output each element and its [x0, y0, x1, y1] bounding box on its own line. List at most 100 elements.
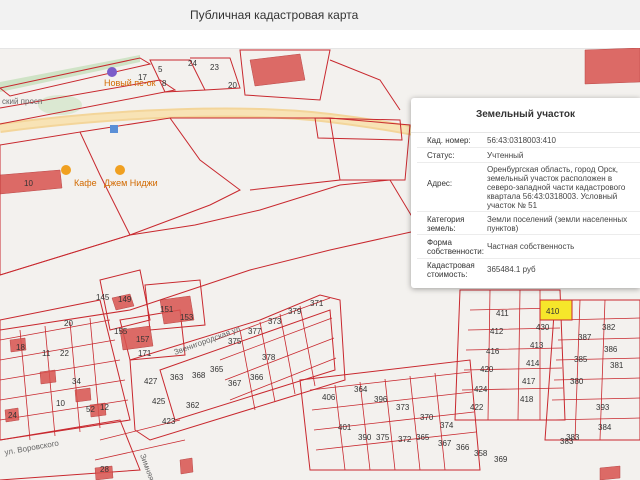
- poi-icon[interactable]: [107, 67, 117, 77]
- parcel-number: 385: [574, 355, 588, 364]
- address-bar[interactable]: [0, 30, 640, 49]
- parcel-number: 418: [520, 395, 534, 404]
- parcel-number: 375: [376, 433, 390, 442]
- parcel-number: 378: [262, 353, 276, 362]
- parcel-number: 383: [566, 433, 580, 442]
- field-value: Учтенный: [487, 151, 524, 160]
- parcel-number: 28: [100, 465, 109, 474]
- parcel-number: 416: [486, 347, 500, 356]
- parcel-number: 365: [416, 433, 430, 442]
- parcel-number: 423: [162, 417, 176, 426]
- field-cadastral-cost: Кадастровая стоимость: 365484.1 руб: [411, 261, 640, 279]
- parcel-number: 410: [546, 307, 560, 316]
- parcel-info-popup: Земельный участок Кад. номер: 56:43:0318…: [411, 98, 640, 288]
- parcel-number: 414: [526, 359, 540, 368]
- parcel-number: 17: [138, 73, 147, 82]
- parcel-number: 372: [398, 435, 412, 444]
- parcel-number: 11: [42, 349, 51, 358]
- poi-label: Новый пс-ок: [104, 78, 156, 88]
- parcel-number: 411: [496, 309, 509, 318]
- street-label: ул. Воровского: [4, 438, 60, 457]
- parcel-number: 387: [578, 333, 592, 342]
- parcel-number: 358: [474, 449, 488, 458]
- parcel-number: 8: [162, 79, 167, 88]
- parcel-number: 380: [570, 377, 584, 386]
- page-title: Публичная кадастровая карта: [190, 8, 359, 22]
- parcel-number: 381: [610, 361, 624, 370]
- parcel-number: 396: [374, 395, 388, 404]
- parcel-number: 366: [250, 373, 264, 382]
- field-label: Кад. номер:: [427, 136, 471, 145]
- parcel-number: 364: [354, 385, 368, 394]
- parcel-number: 425: [152, 397, 166, 406]
- parcel-number: 366: [456, 443, 470, 452]
- top-bar: Публичная кадастровая карта: [0, 0, 640, 31]
- parcel-number: 52: [86, 405, 95, 414]
- popup-title: Земельный участок: [411, 98, 640, 133]
- parcel-number: 384: [598, 423, 612, 432]
- parcel-number: 20: [64, 319, 73, 328]
- parcel-number: 422: [470, 403, 484, 412]
- field-label: Категория земель:: [427, 215, 465, 233]
- shop-icon[interactable]: [115, 165, 125, 175]
- field-cadastral-number: Кад. номер: 56:43:0318003:410: [411, 136, 640, 145]
- field-value: 365484.1 руб: [487, 265, 536, 274]
- parcel-number: 430: [536, 323, 550, 332]
- parcel-number: 379: [288, 307, 302, 316]
- parcel-number: 371: [310, 299, 324, 308]
- parcel-number: 171: [138, 349, 152, 358]
- bus-stop-icon[interactable]: [110, 125, 118, 133]
- parcel-number: 12: [100, 403, 109, 412]
- parcel-number: 10: [24, 179, 33, 188]
- field-address: Адрес: Оренбургская область, город Орск,…: [411, 165, 640, 210]
- field-label: Кадастровая стоимость:: [427, 261, 475, 279]
- parcel-number: 153: [180, 313, 194, 322]
- parcel-number: 424: [474, 385, 488, 394]
- field-value: Земли поселений (земли населенных пункто…: [487, 215, 628, 233]
- parcel-number: 145: [96, 293, 110, 302]
- parcel-number: 155: [114, 327, 128, 336]
- poi-label: Кафе: [74, 178, 97, 188]
- parcel-number: 373: [396, 403, 410, 412]
- field-land-category: Категория земель: Земли поселений (земли…: [411, 215, 640, 233]
- parcel-number: 373: [268, 317, 282, 326]
- parcel-number: 367: [438, 439, 452, 448]
- parcel-number: 365: [210, 365, 224, 374]
- parcel-number: 368: [192, 371, 206, 380]
- parcel-number: 369: [494, 455, 508, 464]
- parcel-number: 393: [596, 403, 610, 412]
- parcel-number: 420: [480, 365, 494, 374]
- parcel-number: 406: [322, 393, 336, 402]
- parcel-number: 23: [210, 63, 219, 72]
- parcel-number: 363: [170, 373, 184, 382]
- parcel-number: 417: [522, 377, 536, 386]
- parcel-number: 20: [228, 81, 237, 90]
- parcel-number: 412: [490, 327, 504, 336]
- parcel-number: 34: [72, 377, 81, 386]
- field-value[interactable]: 56:43:0318003:410: [487, 136, 640, 145]
- poi-label: Джем Ниджи: [104, 178, 158, 188]
- field-label: Статус:: [427, 151, 455, 160]
- parcel-number: 18: [16, 343, 25, 352]
- parcel-number: 24: [8, 411, 17, 420]
- parcel-number: 151: [160, 305, 174, 314]
- parcel-number: 362: [186, 401, 200, 410]
- parcel-number: 377: [248, 327, 262, 336]
- parcel-number: 427: [144, 377, 158, 386]
- field-ownership: Форма собственности: Частная собственнос…: [411, 238, 640, 256]
- parcel-number: 149: [118, 295, 132, 304]
- parcel-number: 5: [158, 65, 163, 74]
- street-label: Зимняя: [138, 453, 156, 480]
- parcel-number: 382: [602, 323, 616, 332]
- field-label: Форма собственности:: [427, 238, 484, 256]
- field-label: Адрес:: [427, 179, 453, 188]
- parcel-number: 370: [420, 413, 434, 422]
- cafe-icon[interactable]: [61, 165, 71, 175]
- parcel-number: 401: [338, 423, 352, 432]
- parcel-number: 157: [136, 335, 150, 344]
- parcel-number: 375: [228, 337, 242, 346]
- parcel-number: 367: [228, 379, 242, 388]
- field-value: Частная собственность: [487, 242, 575, 251]
- parcel-number: 390: [358, 433, 372, 442]
- parcel-number: 413: [530, 341, 544, 350]
